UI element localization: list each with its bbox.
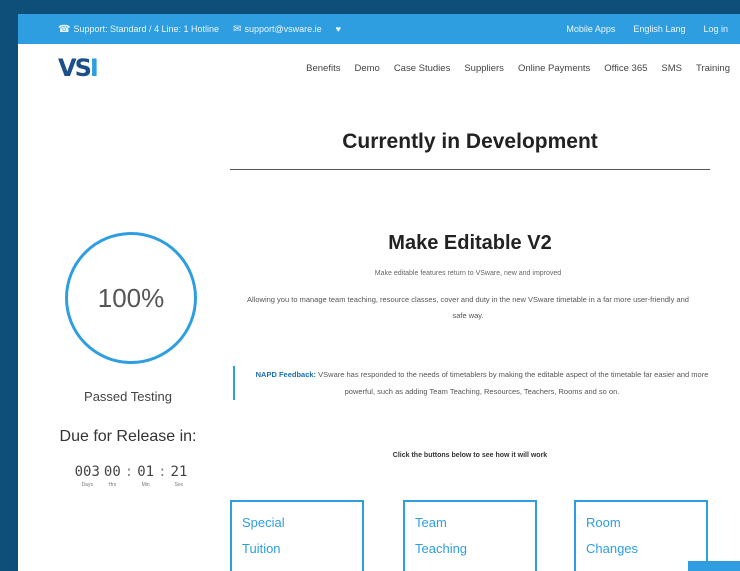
main-nav: VSI Benefits Demo Case Studies Suppliers…: [18, 44, 740, 92]
countdown-label: Min: [141, 482, 150, 488]
countdown-separator: :: [124, 464, 134, 480]
logo[interactable]: VSI: [58, 54, 138, 82]
topbar-link-mobile[interactable]: Mobile Apps: [566, 24, 615, 34]
countdown-value: 003: [74, 464, 100, 480]
countdown-label: Sec: [174, 482, 184, 488]
top-bar: ☎ Support: Standard / 4 Line: 1 Hotline ✉…: [18, 14, 740, 44]
nav-item-benefits[interactable]: Benefits: [306, 63, 340, 74]
topbar-link-login[interactable]: Log in: [703, 24, 728, 34]
feature-description: Allowing you to manage team teaching, re…: [247, 295, 689, 320]
progress-percent: 100%: [97, 282, 165, 313]
button-label: Special Tuition: [242, 515, 285, 556]
nav-item-case-studies[interactable]: Case Studies: [394, 63, 451, 74]
countdown-days: 003 Days: [75, 464, 100, 488]
logo-main: VS: [58, 54, 92, 82]
button-label: Team Teaching: [415, 515, 468, 556]
email-text: support@vsware.ie: [244, 23, 322, 34]
phone-contact[interactable]: ☎ Support: Standard / 4 Line: 1 Hotline: [58, 24, 219, 35]
nav-menu: Benefits Demo Case Studies Suppliers Onl…: [306, 63, 730, 74]
countdown-label: Hrs: [108, 482, 117, 488]
progress-circle: 100%: [65, 232, 197, 364]
nav-item-demo[interactable]: Demo: [354, 63, 379, 74]
countdown-value: 01: [137, 464, 155, 480]
countdown-value: 21: [170, 464, 188, 480]
logo-accent: I: [89, 54, 99, 82]
countdown-label: Days: [81, 482, 93, 488]
special-tuition-button[interactable]: Special Tuition: [230, 500, 364, 571]
countdown-seconds: 21 Sec: [171, 464, 188, 488]
countdown-timer: 003 Days 00 Hrs : 01 Min : 21 Sec: [36, 464, 226, 488]
feedback-text: VSware has responded to the needs of tim…: [316, 370, 709, 396]
click-instruction: Click the buttons below to see how it wi…: [392, 452, 548, 459]
nav-item-sms[interactable]: SMS: [661, 63, 682, 74]
feedback-label: NAPD Feedback:: [255, 370, 317, 379]
topbar-link-language[interactable]: English Lang: [633, 24, 685, 34]
nav-item-online-payments[interactable]: Online Payments: [518, 63, 590, 74]
countdown-value: 00: [103, 464, 121, 480]
team-teaching-button[interactable]: Team Teaching: [403, 500, 537, 571]
countdown-separator: :: [158, 464, 167, 480]
title-divider: [230, 169, 710, 170]
nav-item-suppliers[interactable]: Suppliers: [464, 63, 504, 74]
nav-item-training[interactable]: Training: [696, 63, 730, 74]
release-label: Due for Release in:: [59, 428, 197, 445]
status-label: Passed Testing: [84, 389, 172, 404]
heart-icon[interactable]: ♥: [336, 24, 341, 34]
email-contact[interactable]: ✉ support@vsware.ie: [233, 24, 322, 35]
feature-subtitle: Make editable features return to VSware,…: [374, 270, 562, 277]
chat-widget-tab[interactable]: [688, 561, 740, 571]
phone-text: Support: Standard / 4 Line: 1 Hotline: [73, 23, 220, 34]
page-title: Currently in Development: [342, 130, 598, 153]
browser-page: ☎ Support: Standard / 4 Line: 1 Hotline ✉…: [18, 14, 740, 571]
button-label: Room Changes: [586, 515, 639, 556]
nav-item-office[interactable]: Office 365: [604, 63, 647, 74]
phone-icon: ☎: [58, 23, 71, 35]
feedback-quote: NAPD Feedback: VSware has responded to t…: [233, 366, 717, 400]
mail-icon: ✉: [233, 23, 242, 35]
countdown-minutes: 01 Min: [137, 464, 154, 488]
feature-title: Make Editable V2: [388, 232, 552, 254]
countdown-hours: 00 Hrs: [104, 464, 121, 488]
